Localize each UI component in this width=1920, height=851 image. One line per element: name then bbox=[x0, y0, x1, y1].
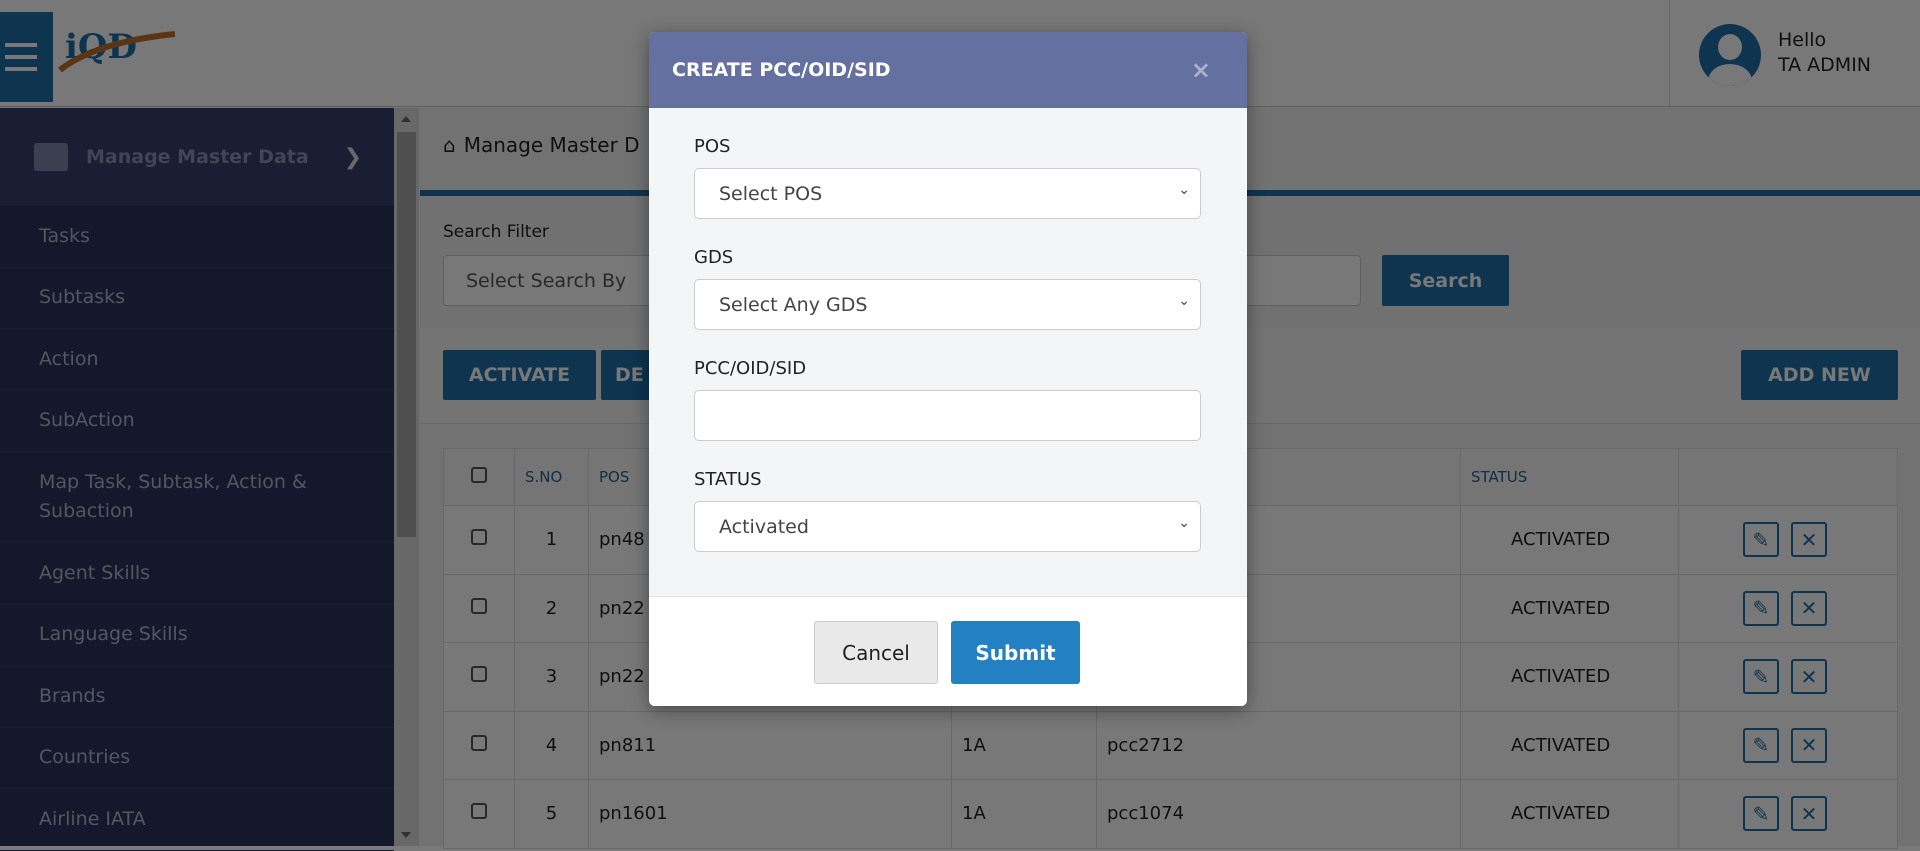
search-filter-label: Search Filter bbox=[443, 222, 549, 242]
pcc-label: PCC/OID/SID bbox=[694, 358, 807, 379]
col-actions bbox=[1678, 448, 1898, 506]
sidebar-item[interactable]: Action bbox=[0, 329, 394, 391]
close-icon[interactable]: × bbox=[1191, 56, 1211, 84]
cell-sno: 1 bbox=[514, 505, 589, 575]
sidebar-item[interactable]: Tasks bbox=[0, 206, 394, 268]
chevron-down-icon: ⌄ bbox=[1178, 293, 1190, 309]
delete-icon[interactable]: ✕ bbox=[1791, 796, 1827, 832]
delete-icon[interactable]: ✕ bbox=[1791, 522, 1827, 558]
edit-icon[interactable]: ✎ bbox=[1743, 590, 1779, 626]
cell-status: ACTIVATED bbox=[1460, 710, 1679, 780]
chevron-down-icon: ⌄ bbox=[1178, 515, 1190, 531]
sidebar-scrollbar[interactable] bbox=[394, 108, 419, 846]
logo: iQD bbox=[58, 27, 176, 72]
cell-pos: pn811 bbox=[588, 710, 952, 780]
modal-title: CREATE PCC/OID/SID bbox=[672, 59, 891, 81]
edit-icon[interactable]: ✎ bbox=[1743, 727, 1779, 763]
search-button[interactable]: Search bbox=[1382, 255, 1509, 306]
cell-pcc: pcc1074 bbox=[1096, 779, 1461, 849]
chevron-down-icon: ⌄ bbox=[1178, 182, 1190, 198]
modal-footer: Cancel Submit bbox=[649, 596, 1247, 706]
greeting: Hello bbox=[1778, 29, 1827, 51]
cancel-button[interactable]: Cancel bbox=[814, 621, 938, 684]
sidebar-item[interactable]: Countries bbox=[0, 728, 394, 789]
edit-icon[interactable]: ✎ bbox=[1743, 659, 1779, 695]
delete-icon[interactable]: ✕ bbox=[1791, 590, 1827, 626]
col-status: STATUS bbox=[1460, 448, 1679, 506]
create-pcc-modal: CREATE PCC/OID/SID × POS Select POS ⌄ GDS … bbox=[649, 32, 1247, 706]
avatar-icon bbox=[1699, 24, 1761, 86]
pos-label: POS bbox=[694, 136, 731, 157]
row-checkbox[interactable] bbox=[471, 803, 487, 820]
menu-toggle-button[interactable] bbox=[0, 12, 53, 102]
cell-status: ACTIVATED bbox=[1460, 779, 1679, 849]
breadcrumb-label: Manage Master D bbox=[463, 133, 640, 157]
sidebar-section-manage-master-data[interactable]: Manage Master Data ❯ bbox=[0, 108, 394, 206]
cell-sno: 5 bbox=[514, 779, 589, 849]
sidebar-item[interactable]: SubAction bbox=[0, 391, 394, 452]
row-checkbox[interactable] bbox=[471, 734, 487, 751]
col-sno: S.NO bbox=[514, 448, 589, 506]
home-icon: ⌂ bbox=[443, 133, 456, 157]
status-select[interactable]: Activated ⌄ bbox=[694, 501, 1201, 552]
pcc-input[interactable] bbox=[694, 390, 1201, 441]
activate-button[interactable]: ACTIVATE bbox=[443, 350, 596, 400]
sidebar-item[interactable]: Subtasks bbox=[0, 268, 394, 329]
delete-icon[interactable]: ✕ bbox=[1791, 727, 1827, 763]
user-name: TA ADMIN bbox=[1778, 54, 1872, 76]
pos-select-value: Select POS bbox=[719, 182, 823, 205]
select-all-checkbox[interactable] bbox=[471, 467, 487, 483]
row-checkbox[interactable] bbox=[471, 597, 487, 614]
pos-select[interactable]: Select POS ⌄ bbox=[694, 168, 1201, 219]
cell-pcc: pcc2712 bbox=[1096, 710, 1461, 780]
gds-label: GDS bbox=[694, 247, 734, 268]
cell-gds: 1A bbox=[951, 710, 1097, 780]
edit-icon[interactable]: ✎ bbox=[1743, 796, 1779, 832]
submit-button[interactable]: Submit bbox=[951, 621, 1080, 684]
sidebar-item[interactable]: Agent Skills bbox=[0, 543, 394, 605]
status-select-value: Activated bbox=[719, 515, 809, 538]
gds-select[interactable]: Select Any GDS ⌄ bbox=[694, 279, 1201, 330]
cell-pos: pn1601 bbox=[588, 779, 952, 849]
delete-icon[interactable]: ✕ bbox=[1791, 659, 1827, 695]
row-checkbox[interactable] bbox=[471, 529, 487, 546]
cell-status: ACTIVATED bbox=[1460, 642, 1679, 712]
user-menu[interactable]: Hello TA ADMIN bbox=[1669, 0, 1920, 107]
add-new-button[interactable]: ADD NEW bbox=[1741, 350, 1898, 400]
row-checkbox[interactable] bbox=[471, 666, 487, 683]
sidebar-section-label: Manage Master Data bbox=[86, 146, 309, 168]
sidebar-item[interactable]: Map Task, Subtask, Action & Subaction bbox=[0, 452, 394, 543]
sidebar-item[interactable]: Language Skills bbox=[0, 605, 394, 666]
gds-select-value: Select Any GDS bbox=[719, 293, 868, 316]
cell-sno: 3 bbox=[514, 642, 589, 712]
cell-status: ACTIVATED bbox=[1460, 505, 1679, 575]
table-row: 4 pn811 1A pcc2712 ACTIVATED ✎ ✕ bbox=[443, 710, 1898, 780]
cell-gds: 1A bbox=[951, 779, 1097, 849]
folder-icon bbox=[34, 143, 68, 171]
edit-icon[interactable]: ✎ bbox=[1743, 522, 1779, 558]
table-row: 5 pn1601 1A pcc1074 ACTIVATED ✎ ✕ bbox=[443, 779, 1898, 849]
cell-sno: 4 bbox=[514, 710, 589, 780]
sidebar: Manage Master Data ❯ Tasks Subtasks Actio… bbox=[0, 108, 394, 851]
cell-status: ACTIVATED bbox=[1460, 573, 1679, 643]
status-label: STATUS bbox=[694, 469, 762, 490]
sidebar-item[interactable]: Brands bbox=[0, 666, 394, 728]
chevron-right-icon: ❯ bbox=[343, 144, 362, 170]
breadcrumb: ⌂ Manage Master D bbox=[443, 133, 640, 157]
cell-sno: 2 bbox=[514, 573, 589, 643]
sidebar-item[interactable]: Airline IATA bbox=[0, 789, 394, 851]
